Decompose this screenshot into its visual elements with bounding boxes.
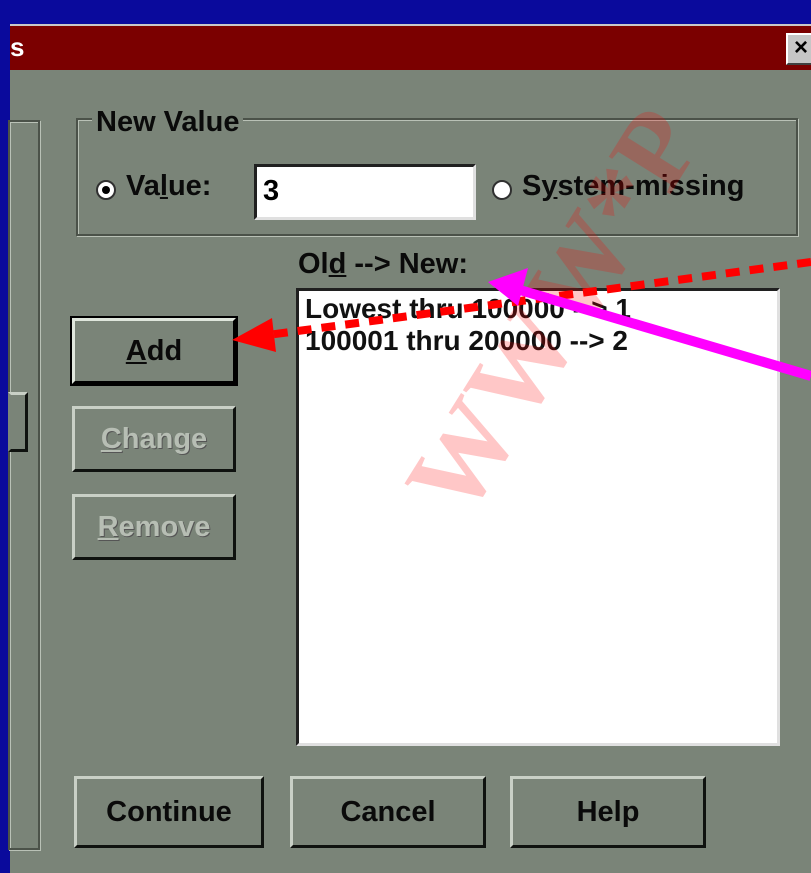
annotation-arrows (232, 258, 811, 381)
solid-arrow (488, 268, 811, 381)
